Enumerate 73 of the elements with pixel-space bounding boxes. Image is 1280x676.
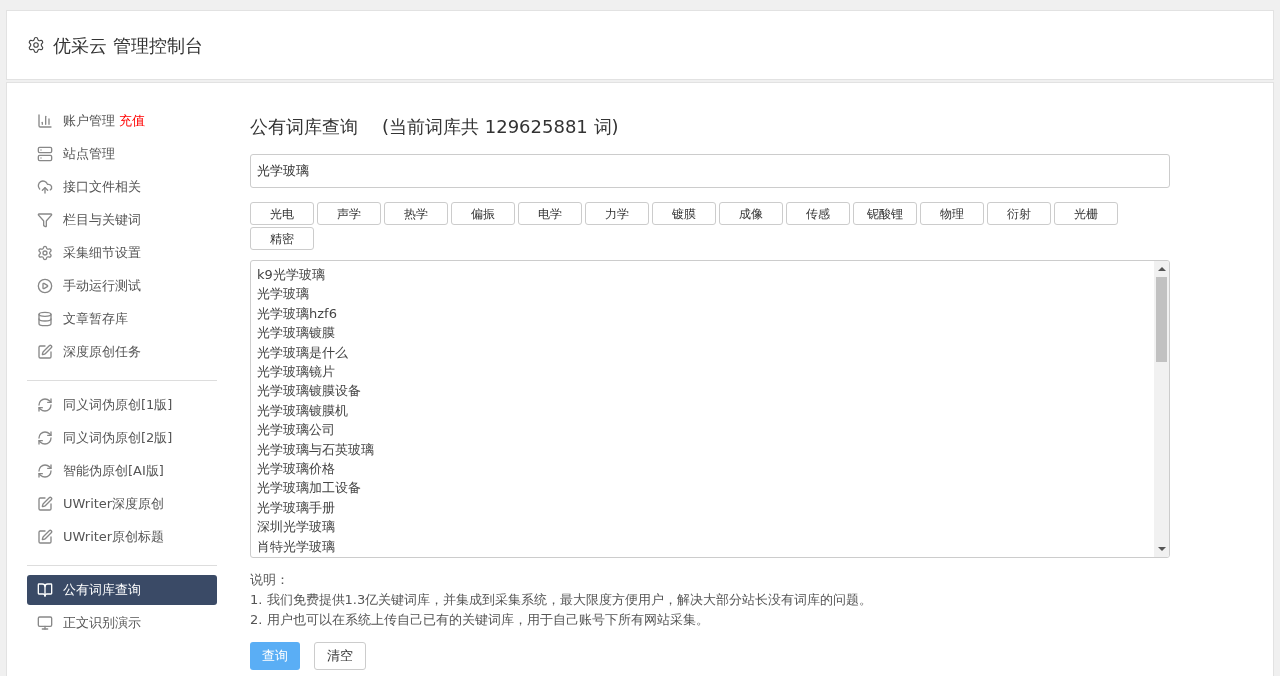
sidebar-item[interactable]: 账户管理 充值 <box>27 106 217 136</box>
result-line: k9光学玻璃 <box>257 266 325 284</box>
sidebar-item[interactable]: UWriter深度原创 <box>27 489 217 519</box>
tag-button[interactable]: 铌酸锂 <box>853 202 917 225</box>
scroll-up-icon[interactable] <box>1157 267 1166 271</box>
console-title: 优采云 管理控制台 <box>53 33 203 58</box>
server-icon <box>37 146 53 162</box>
scroll-down-icon[interactable] <box>1157 547 1166 551</box>
page-title: 公有词库查询 <box>250 115 358 139</box>
tag-button[interactable]: 传感 <box>786 202 850 225</box>
sidebar-item[interactable]: 同义词伪原创[2版] <box>27 423 217 453</box>
book-icon <box>37 582 53 598</box>
sidebar-item[interactable]: 采集细节设置 <box>27 238 217 268</box>
sidebar-item[interactable]: 站点管理 <box>27 139 217 169</box>
tag-button[interactable]: 成像 <box>719 202 783 225</box>
sidebar-item[interactable]: 栏目与关键词 <box>27 205 217 235</box>
result-line: 光学玻璃与石英玻璃 <box>257 440 374 459</box>
result-line: 深圳光学玻璃 <box>257 518 335 537</box>
result-line: 光学玻璃镀膜设备 <box>257 382 361 401</box>
result-line: 光学玻璃hzf6 <box>257 304 337 323</box>
tag-button[interactable]: 物理 <box>920 202 984 225</box>
tag-button[interactable]: 衍射 <box>987 202 1051 225</box>
result-line: 光学玻璃镀膜机 <box>257 401 348 420</box>
result-line: 肖特光学玻璃 <box>257 537 335 556</box>
sidebar-item[interactable]: 深度原创任务 <box>27 337 217 367</box>
result-line: 光学玻璃是什么 <box>257 343 348 362</box>
settings-icon <box>27 36 45 54</box>
clear-button[interactable]: 清空 <box>314 642 366 670</box>
refresh-icon <box>37 430 53 446</box>
result-line: 光学玻璃价格 <box>257 460 335 479</box>
edit-icon <box>37 529 53 545</box>
filter-icon <box>37 212 53 228</box>
sidebar-item[interactable]: UWriter原创标题 <box>27 522 217 552</box>
sidebar-item[interactable]: 公有词库查询 <box>27 575 217 605</box>
refresh-icon <box>37 463 53 479</box>
tag-button[interactable]: 热学 <box>384 202 448 225</box>
sidebar-item[interactable]: 同义词伪原创[1版] <box>27 390 217 420</box>
sidebar-item[interactable]: 智能伪原创[AI版] <box>27 456 217 486</box>
result-line: 光学玻璃手册 <box>257 498 335 517</box>
tag-button[interactable]: 力学 <box>585 202 649 225</box>
note-text: 1. 我们免费提供1.3亿关键词库，并集成到采集系统，最大限度方便用户，解决大部分站长没有词库的问题。 <box>250 591 873 609</box>
tag-button[interactable]: 光栅 <box>1054 202 1118 225</box>
cloud-upload-icon <box>37 179 53 195</box>
result-line: 光学玻璃镜片 <box>257 363 335 382</box>
note-text: 2. 用户也可以在系统上传自己已有的关键词库，用于自己账号下所有网站采集。 <box>250 611 709 629</box>
scroll-thumb[interactable] <box>1156 277 1167 362</box>
word-count: (当前词库共 129625881 词) <box>382 115 619 139</box>
sidebar-item[interactable]: 手动运行测试 <box>27 271 217 301</box>
edit-icon <box>37 496 53 512</box>
monitor-icon <box>37 615 53 631</box>
recharge-link[interactable]: 充值 <box>119 111 145 131</box>
sidebar-item[interactable]: 接口文件相关 <box>27 172 217 202</box>
notes-title: 说明： <box>250 571 289 589</box>
bar-chart-icon <box>37 113 53 129</box>
sidebar-item[interactable]: 正文识别演示 <box>27 608 217 638</box>
result-line: 光学玻璃公司 <box>257 421 335 440</box>
database-icon <box>37 311 53 327</box>
results-list[interactable]: k9光学玻璃 光学玻璃 光学玻璃hzf6 光学玻璃镀膜 光学玻璃是什么 光学玻璃镜片 光学玻璃镀膜设备 光学玻璃镀膜机 光学玻璃公司 光学玻璃与石英玻璃 光学玻璃价格 光学玻璃加工设备 光学玻璃手册 深圳光学玻璃 肖特光学玻璃 <box>250 260 1170 558</box>
tag-button[interactable]: 电学 <box>518 202 582 225</box>
result-line: 光学玻璃 <box>257 285 309 304</box>
sidebar-item[interactable]: 文章暂存库 <box>27 304 217 334</box>
result-line: 光学玻璃镀膜 <box>257 324 335 343</box>
refresh-icon <box>37 397 53 413</box>
tag-button[interactable]: 偏振 <box>451 202 515 225</box>
tag-button[interactable]: 光电 <box>250 202 314 225</box>
tag-button[interactable]: 镀膜 <box>652 202 716 225</box>
tag-button[interactable]: 精密 <box>250 227 314 250</box>
tag-button[interactable]: 声学 <box>317 202 381 225</box>
search-field[interactable]: 光学玻璃 <box>250 154 1170 188</box>
result-line: 光学玻璃加工设备 <box>257 479 361 498</box>
scrollbar[interactable] <box>1154 261 1169 557</box>
play-icon <box>37 278 53 294</box>
edit-icon <box>37 344 53 360</box>
